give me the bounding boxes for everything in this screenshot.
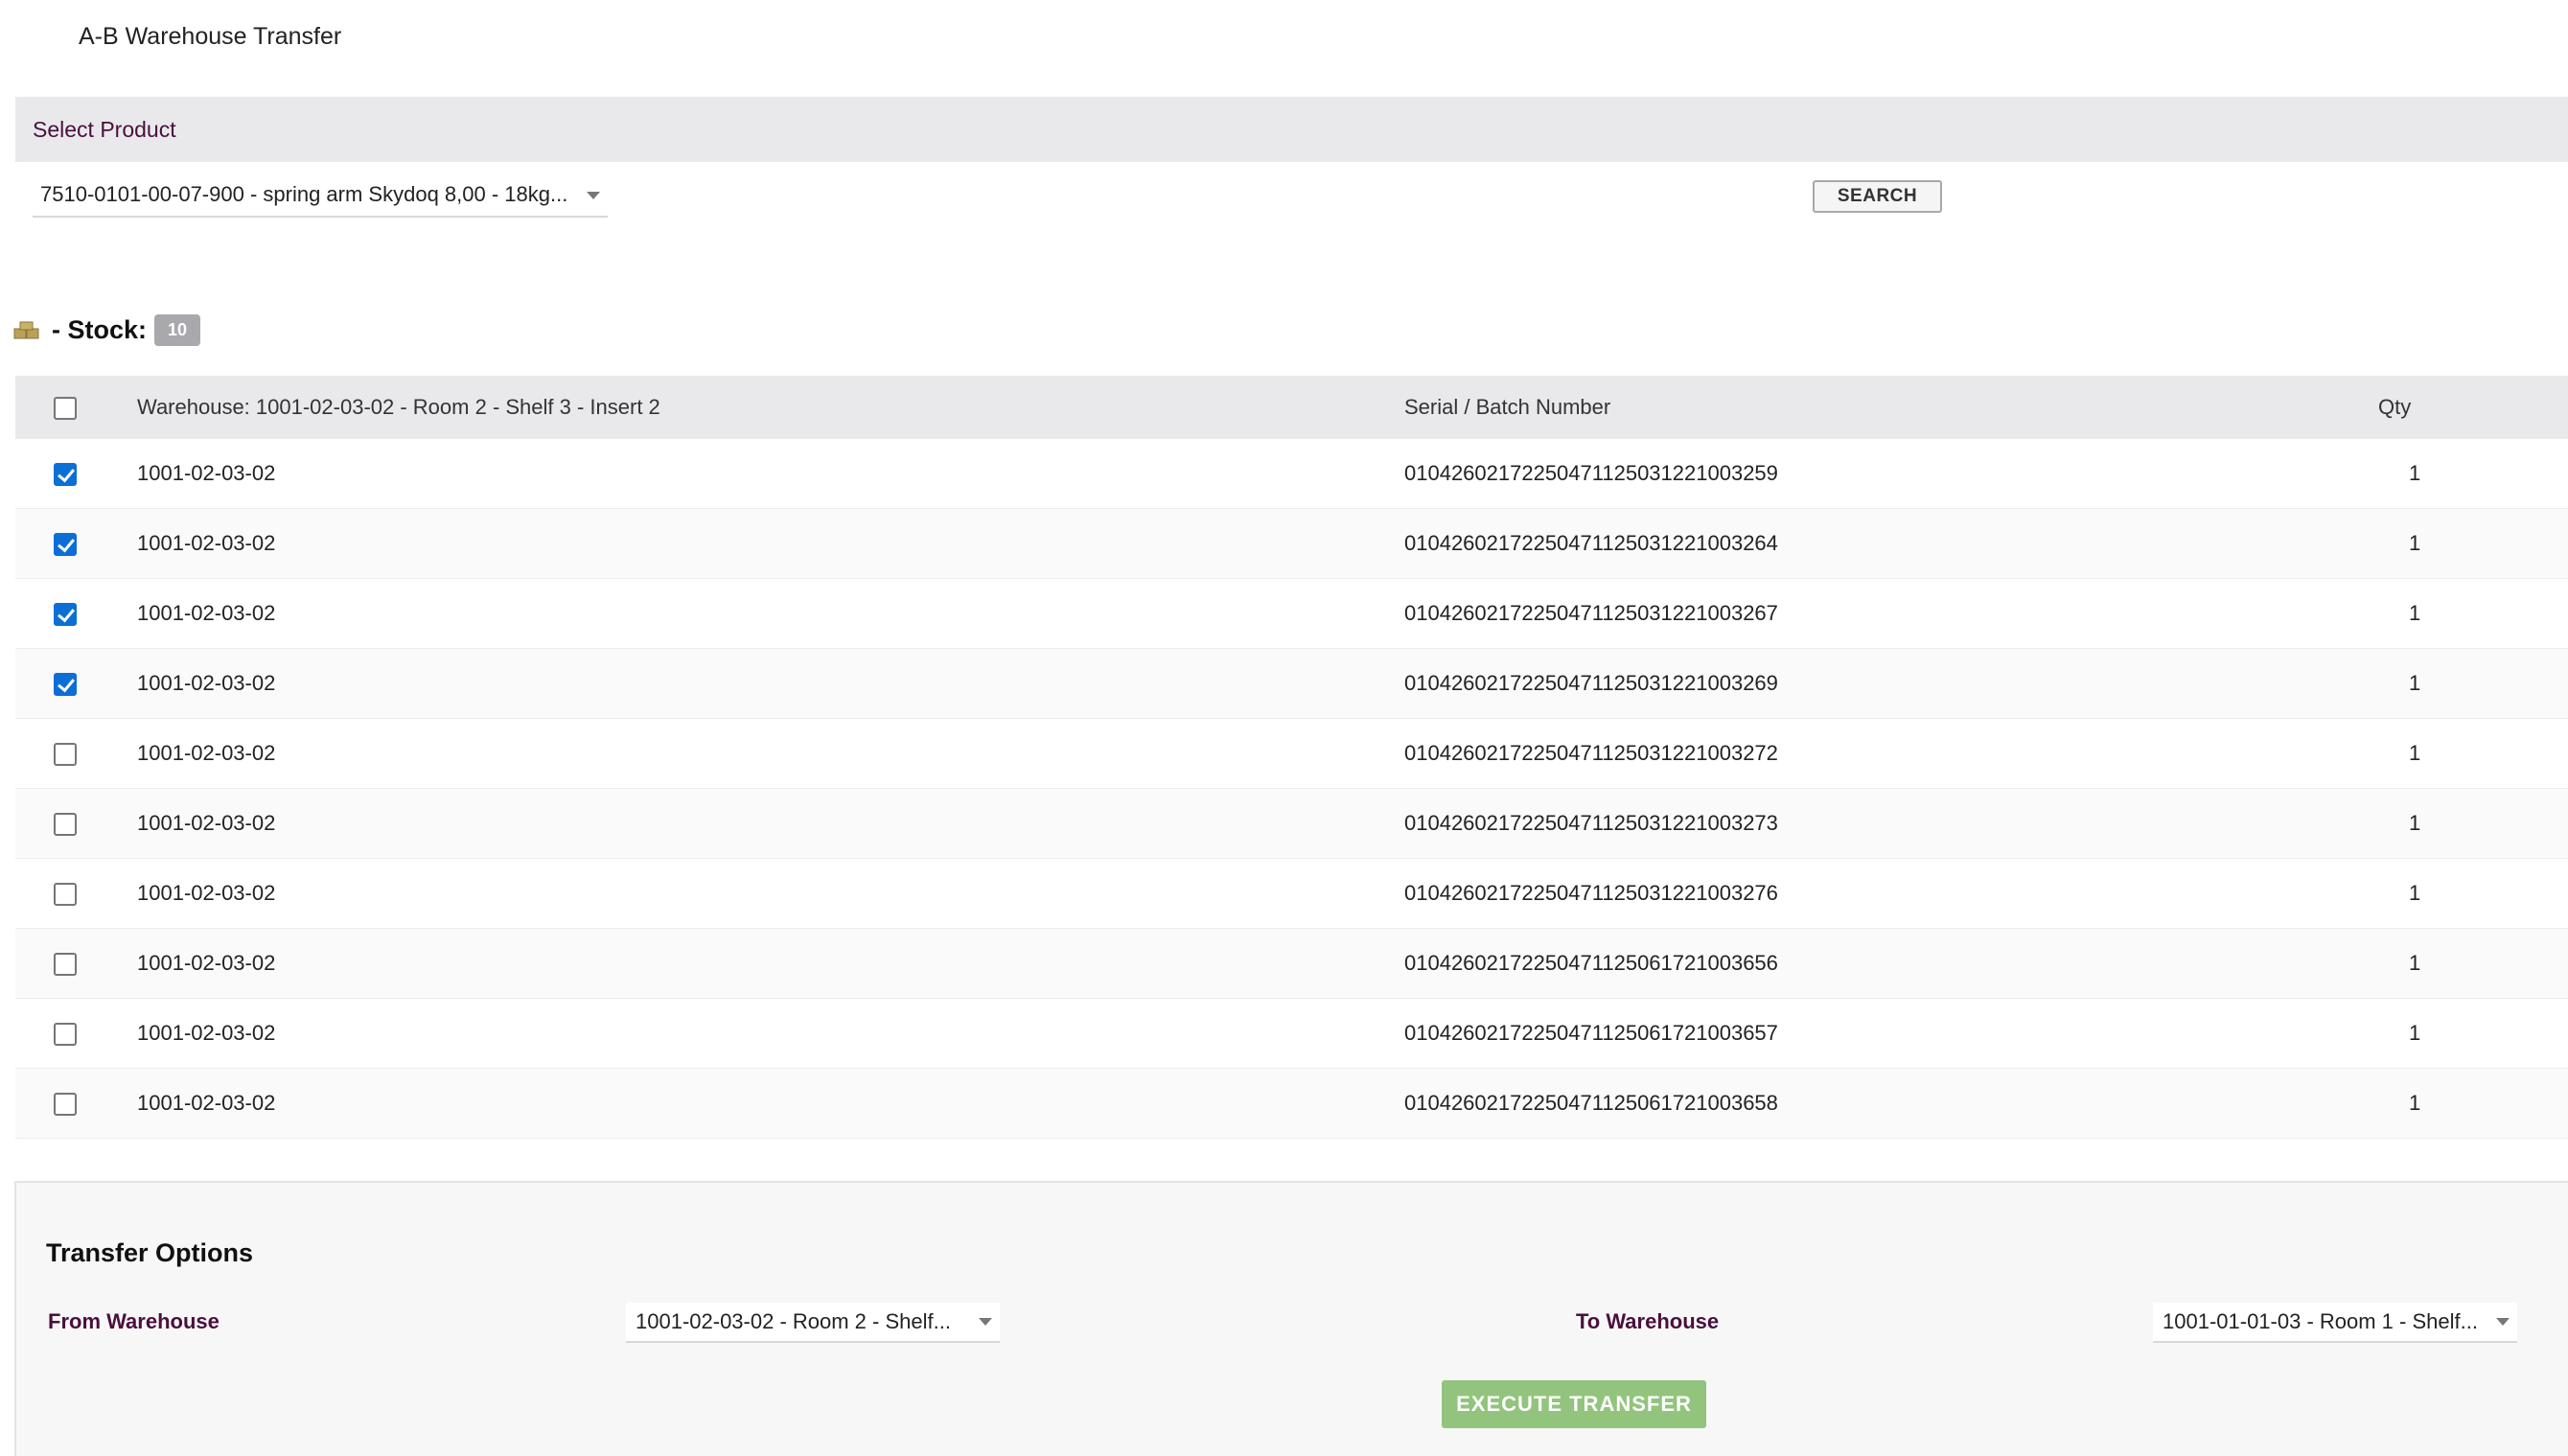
table-row[interactable]: 1001-02-03-02 010426021722504711250617210… [15, 999, 2568, 1069]
chevron-down-icon [2496, 1318, 2510, 1326]
from-warehouse-select[interactable]: 1001-02-03-02 - Room 2 - Shelf... [626, 1303, 1000, 1343]
row-checkbox[interactable] [54, 603, 77, 627]
select-all-checkbox[interactable] [54, 397, 77, 421]
stock-table: Warehouse: 1001-02-03-02 - Room 2 - Shel… [15, 376, 2568, 1139]
row-serial: 01042602172250471125061721003657 [1404, 1021, 1778, 1045]
row-checkbox[interactable] [54, 953, 77, 977]
table-row[interactable]: 1001-02-03-02 010426021722504711250312210… [15, 719, 2568, 789]
row-qty: 1 [2409, 881, 2421, 905]
row-warehouse: 1001-02-03-02 [137, 531, 276, 555]
stock-heading: - Stock: 10 [13, 314, 201, 346]
stock-count-badge: 10 [154, 314, 201, 346]
column-header-serial[interactable]: Serial / Batch Number [1404, 395, 2363, 420]
table-row[interactable]: 1001-02-03-02 010426021722504711250312210… [15, 789, 2568, 859]
row-warehouse: 1001-02-03-02 [137, 461, 276, 485]
row-warehouse: 1001-02-03-02 [137, 601, 276, 625]
table-row[interactable]: 1001-02-03-02 010426021722504711250617210… [15, 1069, 2568, 1139]
row-checkbox[interactable] [54, 463, 77, 487]
row-checkbox[interactable] [54, 1023, 77, 1047]
transfer-options-title: Transfer Options [46, 1238, 254, 1267]
row-serial: 01042602172250471125031221003259 [1404, 461, 1778, 485]
table-body: 1001-02-03-02 010426021722504711250312210… [15, 439, 2568, 1139]
row-checkbox[interactable] [54, 673, 77, 697]
row-warehouse: 1001-02-03-02 [137, 881, 276, 905]
page-title: A-B Warehouse Transfer [79, 23, 342, 50]
row-checkbox[interactable] [54, 883, 77, 907]
row-warehouse: 1001-02-03-02 [137, 1091, 276, 1115]
row-serial: 01042602172250471125031221003269 [1404, 671, 1778, 695]
row-serial: 01042602172250471125031221003276 [1404, 881, 1778, 905]
row-serial: 01042602172250471125031221003264 [1404, 531, 1778, 555]
row-checkbox[interactable] [54, 743, 77, 767]
row-warehouse: 1001-02-03-02 [137, 741, 276, 765]
row-serial: 01042602172250471125061721003658 [1404, 1091, 1778, 1115]
column-header-qty[interactable]: Qty [2363, 395, 2568, 420]
row-serial: 01042602172250471125031221003267 [1404, 601, 1778, 625]
row-qty: 1 [2409, 1021, 2421, 1045]
row-warehouse: 1001-02-03-02 [137, 951, 276, 975]
table-row[interactable]: 1001-02-03-02 010426021722504711250312210… [15, 509, 2568, 579]
row-qty: 1 [2409, 601, 2421, 625]
column-header-warehouse[interactable]: Warehouse: 1001-02-03-02 - Room 2 - Shel… [137, 395, 1404, 420]
execute-transfer-button[interactable]: EXECUTE TRANSFER [1442, 1380, 1706, 1428]
product-select-value: 7510-0101-00-07-900 - spring arm Skydoq … [40, 182, 568, 206]
row-qty: 1 [2409, 741, 2421, 765]
row-serial: 01042602172250471125061721003656 [1404, 951, 1778, 975]
to-warehouse-select[interactable]: 1001-01-01-03 - Room 1 - Shelf... [2153, 1303, 2517, 1343]
boxes-icon [13, 321, 39, 338]
row-serial: 01042602172250471125031221003272 [1404, 741, 1778, 765]
from-warehouse-label: From Warehouse [48, 1309, 220, 1333]
chevron-down-icon [587, 192, 600, 199]
table-row[interactable]: 1001-02-03-02 010426021722504711250312210… [15, 579, 2568, 649]
row-qty: 1 [2409, 1091, 2421, 1115]
table-row[interactable]: 1001-02-03-02 010426021722504711250617210… [15, 929, 2568, 999]
select-product-header: Select Product [15, 97, 2568, 162]
chevron-down-icon [979, 1318, 992, 1326]
row-warehouse: 1001-02-03-02 [137, 1021, 276, 1045]
row-warehouse: 1001-02-03-02 [137, 811, 276, 835]
row-qty: 1 [2409, 461, 2421, 485]
transfer-options-panel: Transfer Options From Warehouse 1001-02-… [14, 1181, 2568, 1456]
product-select[interactable]: 7510-0101-00-07-900 - spring arm Skydoq … [33, 173, 608, 218]
row-warehouse: 1001-02-03-02 [137, 671, 276, 695]
row-qty: 1 [2409, 531, 2421, 555]
to-warehouse-label: To Warehouse [1576, 1309, 1720, 1333]
stock-label: - Stock: [52, 315, 148, 344]
table-header: Warehouse: 1001-02-03-02 - Room 2 - Shel… [15, 376, 2568, 439]
from-warehouse-value: 1001-02-03-02 - Room 2 - Shelf... [636, 1309, 951, 1333]
to-warehouse-value: 1001-01-01-03 - Room 1 - Shelf... [2163, 1309, 2478, 1333]
row-serial: 01042602172250471125031221003273 [1404, 811, 1778, 835]
row-checkbox[interactable] [54, 813, 77, 837]
select-product-label: Select Product [33, 116, 176, 142]
table-row[interactable]: 1001-02-03-02 010426021722504711250312210… [15, 649, 2568, 719]
row-qty: 1 [2409, 671, 2421, 695]
table-row[interactable]: 1001-02-03-02 010426021722504711250312210… [15, 439, 2568, 509]
table-row[interactable]: 1001-02-03-02 010426021722504711250312210… [15, 859, 2568, 929]
row-checkbox[interactable] [54, 1093, 77, 1117]
row-checkbox[interactable] [54, 533, 77, 557]
row-qty: 1 [2409, 811, 2421, 835]
row-qty: 1 [2409, 951, 2421, 975]
search-button[interactable]: SEARCH [1813, 180, 1942, 213]
